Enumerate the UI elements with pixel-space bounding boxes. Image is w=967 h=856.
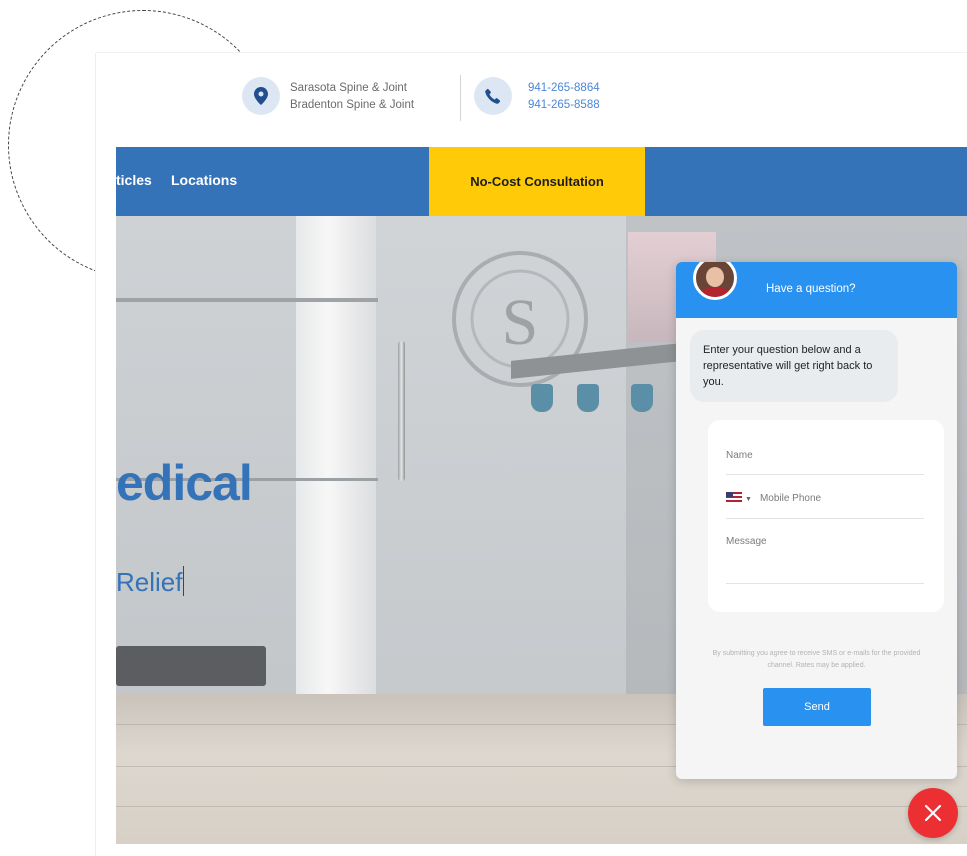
chevron-down-icon[interactable]: ▼ xyxy=(745,496,752,503)
avatar-body xyxy=(699,287,731,297)
name-placeholder: Name xyxy=(726,450,753,461)
location-list: Sarasota Spine & Joint Bradenton Spine &… xyxy=(290,80,414,114)
chat-title: Have a question? xyxy=(766,283,856,295)
hanging-ornament xyxy=(531,384,553,412)
location-badge xyxy=(242,77,280,115)
avatar-face xyxy=(706,267,724,287)
text-caret xyxy=(183,566,185,596)
nav-item-locations[interactable]: Locations xyxy=(171,172,237,188)
location-sarasota[interactable]: Sarasota Spine & Joint xyxy=(290,80,414,97)
chat-intro-bubble: Enter your question below and a represen… xyxy=(690,330,898,402)
consent-text: By submitting you agree to receive SMS o… xyxy=(712,650,921,669)
phone-link-sarasota[interactable]: 941-265-8864 xyxy=(528,80,600,97)
svg-text:S: S xyxy=(502,286,539,359)
chat-header: Have a question? xyxy=(676,262,957,318)
floor-line xyxy=(116,806,967,807)
door-handle xyxy=(398,341,405,481)
hanging-ornament xyxy=(577,384,599,412)
no-cost-consultation-button[interactable]: No-Cost Consultation xyxy=(429,147,645,216)
hero-subline-text: Relief xyxy=(116,567,183,597)
header-divider xyxy=(460,75,461,121)
name-field[interactable]: Name xyxy=(726,450,924,475)
send-button[interactable]: Send xyxy=(763,688,871,726)
hero-subline: Relief xyxy=(116,566,185,598)
phone-list: 941-265-8864 941-265-8588 xyxy=(528,80,600,114)
agent-avatar xyxy=(693,262,737,300)
map-pin-icon xyxy=(254,87,268,105)
message-placeholder: Message xyxy=(726,536,767,547)
reception-bench xyxy=(116,646,266,686)
chat-widget: Have a question? Enter your question bel… xyxy=(676,262,957,779)
mobile-phone-field[interactable]: ▼ Mobile Phone xyxy=(726,492,924,519)
phone-link-bradenton[interactable]: 941-265-8588 xyxy=(528,97,600,114)
chat-form: Name ▼ Mobile Phone Message xyxy=(708,420,944,612)
location-bradenton[interactable]: Bradenton Spine & Joint xyxy=(290,97,414,114)
phone-icon xyxy=(485,88,501,104)
phone-badge xyxy=(474,77,512,115)
hero-glass-stripe xyxy=(116,298,378,302)
chat-close-button[interactable] xyxy=(908,788,958,838)
close-icon xyxy=(924,804,942,822)
hero-headline: edical xyxy=(116,455,253,511)
mobile-phone-placeholder: Mobile Phone xyxy=(759,493,822,504)
main-nav: ticles Locations No-Cost Consultation xyxy=(116,147,967,216)
message-field[interactable]: Message xyxy=(726,536,924,584)
hanging-ornament xyxy=(631,384,653,412)
nav-item-articles[interactable]: ticles xyxy=(116,172,152,188)
us-flag-icon[interactable] xyxy=(726,492,742,502)
